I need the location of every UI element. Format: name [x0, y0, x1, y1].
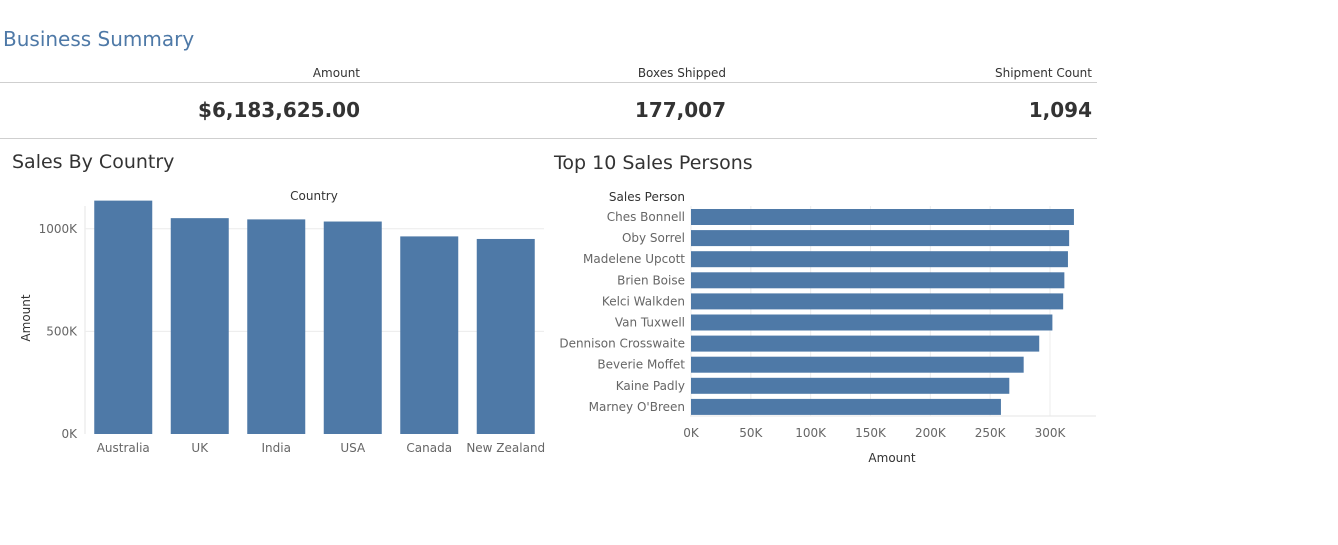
salesperson-x-tick-label: 100K — [795, 426, 827, 440]
salesperson-x-tick-label: 50K — [739, 426, 763, 440]
country-bar — [170, 218, 229, 434]
country-x-tick-label: Australia — [97, 441, 150, 455]
country-bar — [400, 236, 459, 434]
salesperson-name-label: Madelene Upcott — [583, 252, 685, 266]
salesperson-bar — [691, 230, 1070, 247]
salesperson-name-label: Kelci Walkden — [602, 294, 685, 308]
country-y-tick-label: 1000K — [39, 222, 79, 236]
salesperson-x-tick-label: 150K — [855, 426, 887, 440]
kpi-shipments-label: Shipment Count — [994, 66, 1092, 80]
salesperson-bar — [691, 272, 1065, 289]
country-y-tick-label: 500K — [46, 324, 78, 338]
country-x-tick-label: New Zealand — [466, 441, 545, 455]
country-y-tick-label: 0K — [61, 427, 78, 441]
salesperson-bar — [691, 356, 1024, 373]
salesperson-name-label: Dennison Crosswaite — [559, 337, 685, 351]
salesperson-bar — [691, 314, 1053, 331]
salesperson-name-label: Brien Boise — [617, 273, 685, 287]
country-bar — [476, 238, 535, 434]
salesperson-name-label: Oby Sorrel — [622, 231, 685, 245]
country-x-tick-label: UK — [191, 441, 209, 455]
kpi-boxes-label: Boxes Shipped — [637, 66, 726, 80]
salesperson-bar — [691, 209, 1074, 225]
salesperson-bar — [691, 335, 1040, 352]
salesperson-name-label: Marney O'Breen — [589, 400, 685, 414]
kpi-divider-top — [0, 82, 1097, 83]
salesperson-x-tick-label: 250K — [975, 426, 1007, 440]
kpi-shipments-value: 1,094 — [1028, 98, 1092, 122]
salesperson-bar — [691, 251, 1068, 268]
salesperson-name-label: Beverie Moffet — [597, 358, 685, 372]
page-title: Business Summary — [3, 27, 195, 51]
country-bar — [247, 219, 306, 434]
kpi-amount-value: $6,183,625.00 — [198, 98, 360, 122]
country-bar-chart: Country Amount 0K 500K 1000K Australia UK India… — [19, 189, 545, 455]
country-bar — [94, 200, 153, 434]
salesperson-bar — [691, 377, 1010, 394]
country-chart-title: Sales By Country — [12, 151, 175, 173]
salesperson-x-axis-title: Amount — [868, 451, 915, 465]
salesperson-x-tick-label: 300K — [1035, 426, 1067, 440]
salesperson-x-tick-label: 200K — [915, 426, 947, 440]
salesperson-bar-chart: Sales Person 0K 50K 100K 150K 200K 250K 300K Che… — [559, 190, 1096, 465]
salesperson-x-tick-label: 0K — [683, 426, 700, 440]
salesperson-bar — [691, 398, 1001, 415]
country-y-axis-title: Amount — [19, 294, 33, 341]
country-x-tick-label: Canada — [406, 441, 452, 455]
salesperson-name-label: Kaine Padly — [616, 379, 685, 393]
kpi-amount-label: Amount — [312, 66, 360, 80]
salesperson-column-header: Sales Person — [609, 190, 685, 204]
country-x-axis-title: Country — [290, 189, 338, 203]
salesperson-name-label: Ches Bonnell — [607, 210, 685, 224]
country-bar — [323, 221, 382, 434]
salesperson-bar — [691, 293, 1064, 310]
kpi-divider-bottom — [0, 138, 1097, 139]
salesperson-name-label: Van Tuxwell — [615, 316, 685, 330]
kpi-boxes-value: 177,007 — [634, 98, 726, 122]
salesperson-chart-title: Top 10 Sales Persons — [554, 152, 753, 174]
country-x-tick-label: USA — [340, 441, 366, 455]
country-x-tick-label: India — [262, 441, 291, 455]
